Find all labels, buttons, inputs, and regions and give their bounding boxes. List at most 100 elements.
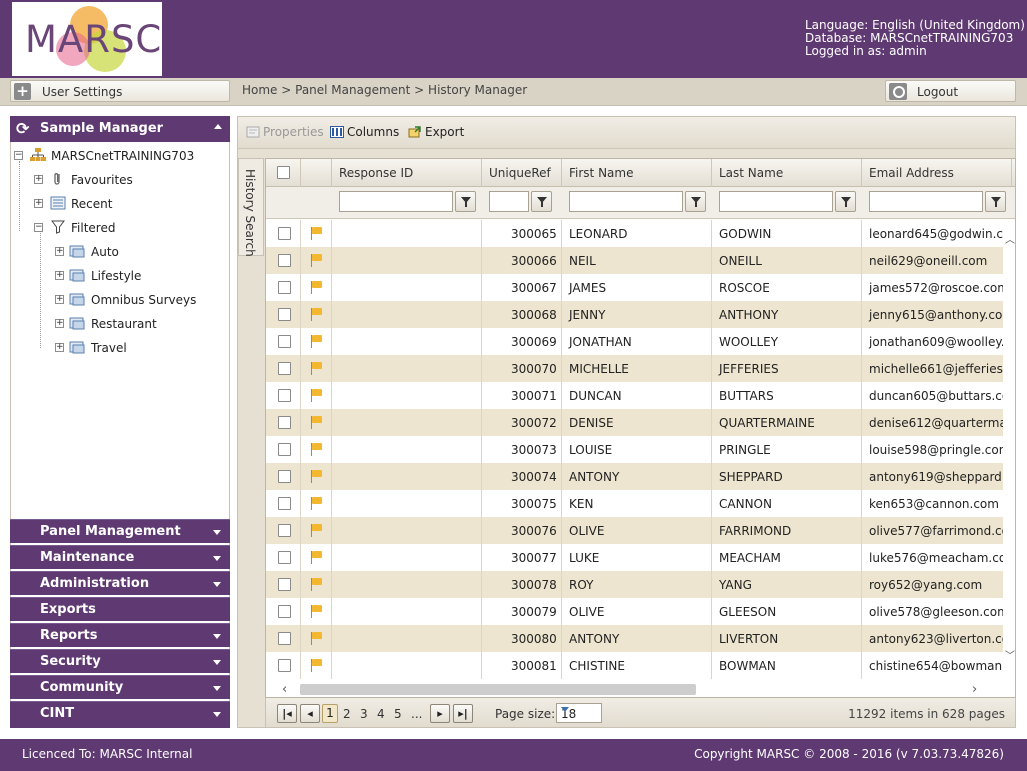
flag-icon[interactable] (310, 254, 324, 268)
row-checkbox[interactable] (278, 659, 291, 672)
row-checkbox[interactable] (278, 524, 291, 537)
table-row[interactable]: 300067 JAMES ROSCOE james572@roscoe.com (266, 274, 1003, 301)
flag-icon[interactable] (310, 281, 324, 295)
filter-icon[interactable] (455, 191, 476, 212)
nav-cint[interactable]: CINT (10, 701, 230, 728)
flag-icon[interactable] (310, 389, 324, 403)
row-checkbox[interactable] (278, 632, 291, 645)
page-5-link[interactable]: 5 (394, 707, 402, 721)
table-row[interactable]: 300071DUNCANBUTTARSduncan605@buttars.com (266, 382, 1003, 409)
last-page-button[interactable]: ▸| (453, 704, 473, 723)
table-row[interactable]: 300070 MICHELLE JEFFERIES michelle661@jeffe… (266, 355, 1003, 382)
nav-administration[interactable]: Administration (10, 571, 230, 595)
email-filter-input[interactable] (869, 191, 983, 212)
history-search-tab[interactable]: History Search (238, 158, 264, 257)
flag-icon[interactable] (310, 578, 324, 592)
table-row[interactable]: 300065LEONARDGODWINleonard645@godwin.com (266, 220, 1003, 247)
horizontal-scrollbar[interactable]: ‹ › (266, 679, 1015, 697)
row-checkbox[interactable] (278, 416, 291, 429)
response-id-filter-input[interactable] (339, 191, 453, 212)
next-page-button[interactable]: ▸ (430, 704, 450, 723)
table-row[interactable]: 300079 OLIVE GLEESON olive578@gleeson.com (266, 598, 1003, 625)
row-checkbox[interactable] (278, 281, 291, 294)
tree-node-omnibus[interactable]: + Omnibus Surveys (55, 291, 215, 309)
flag-icon[interactable] (310, 551, 324, 565)
expand-icon[interactable]: + (55, 319, 64, 328)
expand-icon[interactable]: + (55, 271, 64, 280)
flag-icon[interactable] (310, 605, 324, 619)
table-row[interactable]: 300069 JONATHAN WOOLLEY jonathan609@woolley… (266, 328, 1003, 355)
page-2-link[interactable]: 2 (343, 707, 351, 721)
column-header-response-id[interactable]: Response ID (332, 159, 482, 187)
sample-manager-header[interactable]: ⟳ Sample Manager (10, 116, 230, 142)
column-header-email[interactable]: Email Address (862, 159, 1012, 187)
logout-button[interactable]: Logout (885, 80, 1016, 102)
expand-icon[interactable]: + (55, 247, 64, 256)
nav-exports[interactable]: Exports (10, 597, 230, 621)
tree-node-restaurant[interactable]: + Restaurant (55, 315, 215, 333)
flag-icon[interactable] (310, 335, 324, 349)
filter-icon[interactable] (685, 191, 706, 212)
page-4-link[interactable]: 4 (377, 707, 385, 721)
uniqueref-filter-input[interactable] (489, 191, 529, 212)
row-checkbox[interactable] (278, 254, 291, 267)
table-row[interactable]: 300075 KEN CANNON ken653@cannon.com (266, 490, 1003, 517)
tree-node-recent[interactable]: + Recent (34, 195, 214, 213)
table-row[interactable]: 300077 LUKE MEACHAM luke576@meacham.com (266, 544, 1003, 571)
table-row[interactable]: 300080 ANTONY LIVERTON antony623@liverton.c… (266, 625, 1003, 652)
collapse-icon[interactable]: − (14, 151, 23, 160)
expand-icon[interactable]: + (55, 343, 64, 352)
scroll-left-icon[interactable]: ‹ (282, 682, 287, 697)
table-row[interactable]: 300081CHISTINEBOWMANchistine654@bowman.c… (266, 652, 1003, 679)
expand-icon[interactable]: + (34, 175, 43, 184)
tree-node-favourites[interactable]: + Favourites (34, 171, 214, 189)
tree-node-travel[interactable]: + Travel (55, 339, 215, 357)
row-checkbox[interactable] (278, 227, 291, 240)
scroll-down-icon[interactable]: ﹀ (1005, 652, 1015, 662)
column-header-first-name[interactable]: First Name (562, 159, 712, 187)
more-pages-link[interactable]: ... (411, 707, 422, 721)
row-checkbox[interactable] (278, 362, 291, 375)
flag-icon[interactable] (310, 362, 324, 376)
flag-icon[interactable] (310, 416, 324, 430)
scroll-right-icon[interactable]: › (972, 682, 977, 697)
nav-security[interactable]: Security (10, 649, 230, 673)
flag-icon[interactable] (310, 443, 324, 457)
flag-icon[interactable] (310, 470, 324, 484)
expand-icon[interactable]: + (34, 199, 43, 208)
collapse-icon[interactable]: − (34, 223, 43, 232)
row-checkbox[interactable] (278, 551, 291, 564)
last-name-filter-input[interactable] (719, 191, 833, 212)
nav-reports[interactable]: Reports (10, 623, 230, 647)
tree-node-auto[interactable]: + Auto (55, 243, 215, 261)
nav-panel-management[interactable]: Panel Management (10, 519, 230, 543)
page-1-button[interactable]: 1 (322, 704, 338, 723)
filter-icon[interactable] (985, 191, 1006, 212)
user-settings-button[interactable]: + User Settings (10, 80, 230, 102)
nav-community[interactable]: Community (10, 675, 230, 699)
first-name-filter-input[interactable] (569, 191, 683, 212)
tree-node-filtered[interactable]: − Filtered (34, 219, 214, 237)
tree-node-root[interactable]: − MARSCnetTRAINING703 (14, 147, 214, 165)
row-checkbox[interactable] (278, 443, 291, 456)
flag-icon[interactable] (310, 227, 324, 241)
first-page-button[interactable]: |◂ (277, 704, 297, 723)
table-row[interactable]: 300066 NEIL ONEILL neil629@oneill.com (266, 247, 1003, 274)
page-3-link[interactable]: 3 (360, 707, 368, 721)
row-checkbox[interactable] (278, 497, 291, 510)
row-checkbox[interactable] (278, 605, 291, 618)
table-row[interactable]: 300078 ROY YANG roy652@yang.com (266, 571, 1003, 598)
page-size-select[interactable]: 18 (556, 703, 602, 723)
flag-icon[interactable] (310, 632, 324, 646)
row-checkbox[interactable] (278, 308, 291, 321)
flag-icon[interactable] (310, 524, 324, 538)
row-checkbox[interactable] (278, 335, 291, 348)
prev-page-button[interactable]: ◂ (300, 704, 320, 723)
vertical-scrollbar[interactable]: ︿ ﹀ (1003, 220, 1015, 679)
column-header-last-name[interactable]: Last Name (712, 159, 862, 187)
filter-icon[interactable] (531, 191, 552, 212)
filter-icon[interactable] (835, 191, 856, 212)
column-header-uniqueref[interactable]: UniqueRef (482, 159, 562, 187)
table-row[interactable]: 300068 JENNY ANTHONY jenny615@anthony.com (266, 301, 1003, 328)
tree-node-lifestyle[interactable]: + Lifestyle (55, 267, 215, 285)
